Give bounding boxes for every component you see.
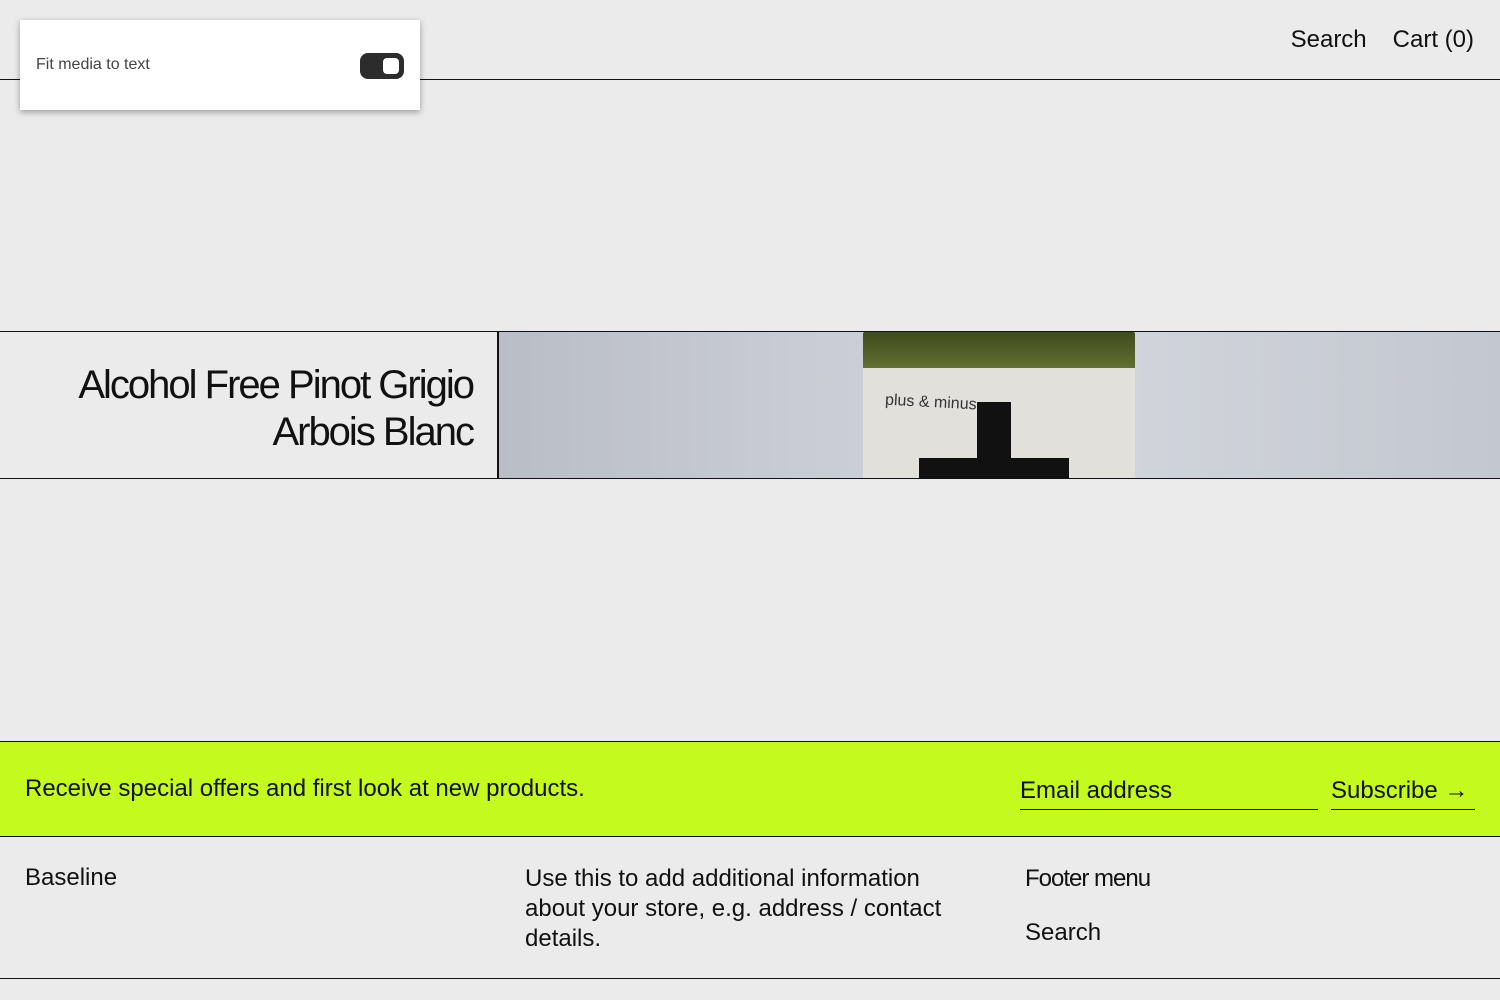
bottle-label: plus & minus (863, 368, 1135, 478)
feature-title: Alcohol Free Pinot Grigio Arbois Blanc (78, 363, 475, 454)
footer-menu-title: Footer menu (1025, 865, 1151, 892)
header-cart-link[interactable]: Cart (0) (1393, 24, 1474, 56)
plus-logo-horizontal (919, 458, 1069, 478)
email-field[interactable] (1020, 772, 1318, 810)
header-nav: Search Cart (0) (1291, 24, 1474, 56)
newsletter-text: Receive special offers and first look at… (25, 775, 585, 802)
feature-text-panel: Alcohol Free Pinot Grigio Arbois Blanc (0, 332, 499, 478)
editor-settings-panel: Fit media to text (20, 20, 420, 110)
fit-media-label: Fit media to text (36, 56, 150, 73)
wine-bottle: plus & minus (863, 332, 1135, 478)
fit-media-toggle[interactable] (360, 53, 404, 79)
footer-info-text: Use this to add additional information a… (525, 865, 942, 952)
newsletter-band: Receive special offers and first look at… (0, 741, 1500, 837)
subscribe-button[interactable]: Subscribe → (1331, 772, 1475, 810)
toggle-knob (383, 58, 399, 74)
footer-search-link[interactable]: Search (1025, 919, 1101, 947)
bottle-brand-text: plus & minus (884, 391, 978, 414)
footer-brand: Baseline (25, 864, 118, 891)
featured-product-section: Alcohol Free Pinot Grigio Arbois Blanc p… (0, 331, 1500, 479)
site-footer: Baseline Use this to add additional info… (0, 837, 1500, 979)
product-image: plus & minus (499, 332, 1500, 478)
header-search-link[interactable]: Search (1291, 24, 1367, 56)
